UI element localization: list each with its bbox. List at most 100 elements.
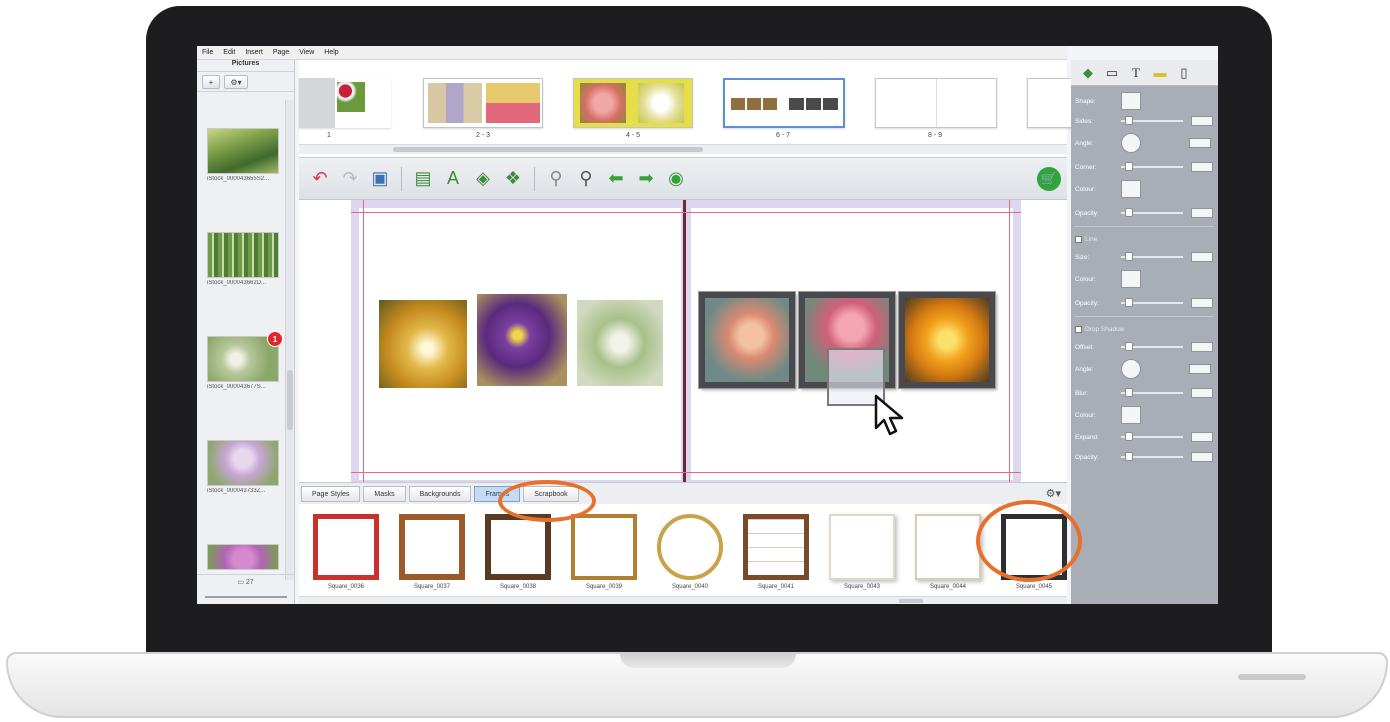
- line-checkbox[interactable]: Line: [1075, 235, 1097, 243]
- corner-slider[interactable]: [1121, 162, 1183, 171]
- cart-icon[interactable]: 🛒: [1037, 167, 1061, 191]
- page-thumbnail-2-3[interactable]: [423, 78, 543, 128]
- page-thumbnail-1[interactable]: [299, 78, 391, 128]
- frame-item[interactable]: Square_0044: [911, 514, 985, 590]
- shadow-opacity-value[interactable]: [1191, 452, 1213, 462]
- frame-caption: Square_0045: [1015, 584, 1053, 590]
- corner-value[interactable]: [1191, 162, 1213, 172]
- frame-item[interactable]: Square_0037: [395, 514, 469, 590]
- menu-file[interactable]: File: [202, 49, 213, 56]
- frame-caption: Square_0044: [929, 584, 967, 590]
- page-thumbnail-4-5[interactable]: [573, 78, 693, 128]
- picture-thumbnail: [207, 440, 279, 486]
- line-opacity-slider[interactable]: [1121, 298, 1183, 307]
- offset-slider[interactable]: [1121, 342, 1183, 351]
- menu-view[interactable]: View: [299, 49, 314, 56]
- page-strip-scrollbar[interactable]: [299, 144, 1067, 154]
- frame-item[interactable]: Square_0040: [653, 514, 727, 590]
- previous-page-icon[interactable]: ⬅: [605, 168, 627, 190]
- photo-purple-flower[interactable]: [477, 294, 567, 386]
- sides-slider[interactable]: [1121, 116, 1183, 125]
- shape-selector[interactable]: [1121, 92, 1141, 110]
- add-clipart-icon[interactable]: ❖: [502, 168, 524, 190]
- zoom-out-icon[interactable]: ⚲: [545, 168, 567, 190]
- photo-white-flowers[interactable]: [577, 300, 663, 386]
- line-size-slider[interactable]: [1121, 252, 1183, 261]
- redo-icon[interactable]: ↷: [339, 168, 361, 190]
- pictures-gear-button[interactable]: ⚙▾: [224, 75, 248, 89]
- picture-item[interactable]: iStock_000043662D...: [207, 232, 279, 286]
- frame-item[interactable]: Square_0041: [739, 514, 813, 590]
- text-tab-icon[interactable]: T: [1127, 65, 1145, 81]
- shadow-angle-dial[interactable]: [1121, 359, 1141, 379]
- gear-icon[interactable]: ⚙▾: [1046, 487, 1061, 500]
- frame-caption: Square_0038: [499, 584, 537, 590]
- page-thumbnail-8-9[interactable]: [875, 78, 997, 128]
- tab-page-styles[interactable]: Page Styles: [301, 486, 361, 502]
- thumbnail-size-slider[interactable]: [205, 596, 287, 598]
- shadow-opacity-slider[interactable]: [1121, 452, 1183, 461]
- laptop-indicator: [1238, 674, 1306, 680]
- frame-preview: [915, 514, 981, 580]
- frame-item[interactable]: Square_0038: [481, 514, 555, 590]
- next-page-icon[interactable]: ➡: [635, 168, 657, 190]
- blur-value[interactable]: [1191, 388, 1213, 398]
- tab-backgrounds[interactable]: Backgrounds: [408, 486, 472, 502]
- add-photo-icon[interactable]: ▤: [412, 168, 434, 190]
- expand-slider[interactable]: [1121, 432, 1183, 441]
- picture-count-icon: ▭: [237, 579, 246, 586]
- left-page[interactable]: [359, 208, 681, 480]
- photo-golden-flowers[interactable]: [379, 300, 467, 388]
- preview-icon[interactable]: ◉: [665, 168, 687, 190]
- frame-tab-icon[interactable]: ▭: [1103, 65, 1121, 81]
- line-size-value[interactable]: [1191, 252, 1213, 262]
- line-tab-icon[interactable]: ▬: [1151, 65, 1169, 81]
- picture-item[interactable]: 1 iStock_000043677S...: [207, 331, 283, 390]
- picture-item[interactable]: iStock_000043733Z...: [207, 440, 279, 494]
- menu-edit[interactable]: Edit: [223, 49, 235, 56]
- expand-value[interactable]: [1191, 432, 1213, 442]
- page-thumbnail-6-7[interactable]: [723, 78, 845, 128]
- menu-insert[interactable]: Insert: [245, 49, 263, 56]
- pictures-scrollbar[interactable]: [285, 100, 293, 580]
- drop-shadow-checkbox[interactable]: Drop Shadow: [1075, 325, 1124, 333]
- page-tab-icon[interactable]: ▯: [1175, 65, 1193, 81]
- frames-gallery-scrollbar[interactable]: [299, 596, 1067, 604]
- angle-dial[interactable]: [1121, 133, 1141, 153]
- pictures-list: iStock_000043655S2... iStock_000043662D.…: [200, 100, 283, 580]
- line-colour-swatch[interactable]: [1121, 270, 1141, 288]
- frames-gallery: Square_0036 Square_0037 Square_0038 Squa…: [299, 504, 1067, 604]
- colour-swatch[interactable]: [1121, 180, 1141, 198]
- sides-value[interactable]: [1191, 116, 1213, 126]
- line-opacity-value[interactable]: [1191, 298, 1213, 308]
- frame-preview: [657, 514, 723, 580]
- frame-item[interactable]: Square_0039: [567, 514, 641, 590]
- save-icon[interactable]: ▣: [369, 168, 391, 190]
- tab-masks[interactable]: Masks: [363, 486, 406, 502]
- menu-page[interactable]: Page: [273, 49, 289, 56]
- add-picture-button[interactable]: +: [202, 75, 220, 89]
- frame-caption: Square_0039: [585, 584, 623, 590]
- opacity-slider[interactable]: [1121, 208, 1183, 217]
- shape-tab-icon[interactable]: ◆: [1079, 65, 1097, 81]
- offset-value[interactable]: [1191, 342, 1213, 352]
- add-text-icon[interactable]: A: [442, 168, 464, 190]
- right-page[interactable]: [691, 208, 1013, 480]
- angle-value[interactable]: [1189, 138, 1211, 148]
- framed-photo-3[interactable]: [899, 292, 995, 388]
- frame-item[interactable]: Square_0043: [825, 514, 899, 590]
- blur-slider[interactable]: [1121, 388, 1183, 397]
- undo-icon[interactable]: ↶: [309, 168, 331, 190]
- framed-photo-1[interactable]: [699, 292, 795, 388]
- bleed-guide: [1009, 200, 1010, 484]
- shadow-colour-swatch[interactable]: [1121, 406, 1141, 424]
- shadow-angle-value[interactable]: [1189, 364, 1211, 374]
- frame-item[interactable]: Square_0036: [309, 514, 383, 590]
- opacity-value[interactable]: [1191, 208, 1213, 218]
- pictures-footer: ▭ 27: [197, 574, 294, 604]
- zoom-in-icon[interactable]: ⚲: [575, 168, 597, 190]
- picture-item[interactable]: [207, 544, 279, 570]
- frame-preview: [485, 514, 551, 580]
- add-shape-icon[interactable]: ◈: [472, 168, 494, 190]
- menu-help[interactable]: Help: [324, 49, 338, 56]
